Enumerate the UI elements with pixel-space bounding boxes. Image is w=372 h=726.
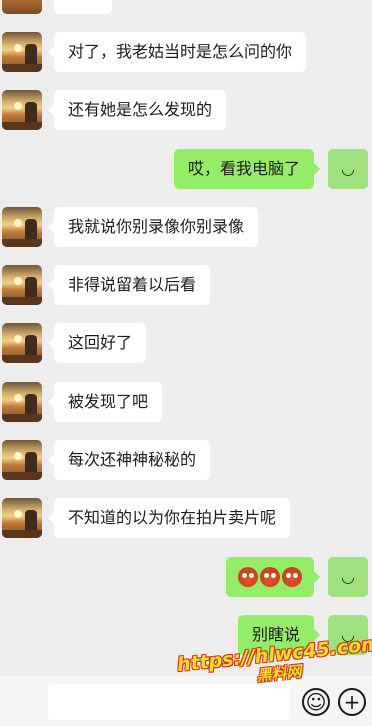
message-bubble[interactable]: 每次还神神秘秘的: [47, 440, 211, 480]
emoji-message-bubble[interactable]: [226, 557, 320, 597]
contact-avatar[interactable]: [2, 265, 42, 305]
message-bubble[interactable]: 哎，看我电脑了: [173, 149, 321, 189]
angry-emoji-icon: [282, 567, 302, 587]
contact-avatar[interactable]: [2, 323, 42, 363]
self-avatar[interactable]: ◡: [328, 557, 368, 597]
message-bubble[interactable]: 不知道的以为你在拍片卖片呢: [47, 498, 291, 538]
message-bubble[interactable]: 我就说你别录像你别录像: [47, 207, 259, 247]
message-bubble[interactable]: 对了，我老姑当时是怎么问的你: [47, 32, 307, 72]
plus-icon[interactable]: +: [338, 688, 366, 716]
message-bubble[interactable]: 非得说留着以后看: [47, 265, 211, 305]
message-bubble[interactable]: 还有她是怎么发现的: [47, 90, 227, 130]
contact-avatar[interactable]: [2, 440, 42, 480]
self-avatar[interactable]: ◡: [328, 149, 368, 189]
partial-bubble: [54, 0, 112, 14]
smile-face-icon: ◡: [341, 567, 355, 586]
contact-avatar[interactable]: [2, 382, 42, 422]
message-bubble[interactable]: 被发现了吧: [47, 382, 163, 422]
contact-avatar[interactable]: [2, 207, 42, 247]
angry-emoji-icon: [260, 567, 280, 587]
smile-face-icon: ◡: [341, 159, 355, 178]
message-bubble[interactable]: 这回好了: [47, 323, 147, 363]
angry-emoji-icon: [238, 567, 258, 587]
contact-avatar[interactable]: [2, 498, 42, 538]
message-input[interactable]: [48, 684, 290, 720]
contact-avatar[interactable]: [2, 90, 42, 130]
contact-avatar[interactable]: [2, 32, 42, 72]
chat-window: 对了，我老姑当时是怎么问的你 还有她是怎么发现的 哎，看我电脑了 ◡ 我就说你别…: [0, 0, 372, 726]
partial-avatar: [2, 0, 42, 14]
smiley-icon[interactable]: ☺: [302, 688, 330, 716]
